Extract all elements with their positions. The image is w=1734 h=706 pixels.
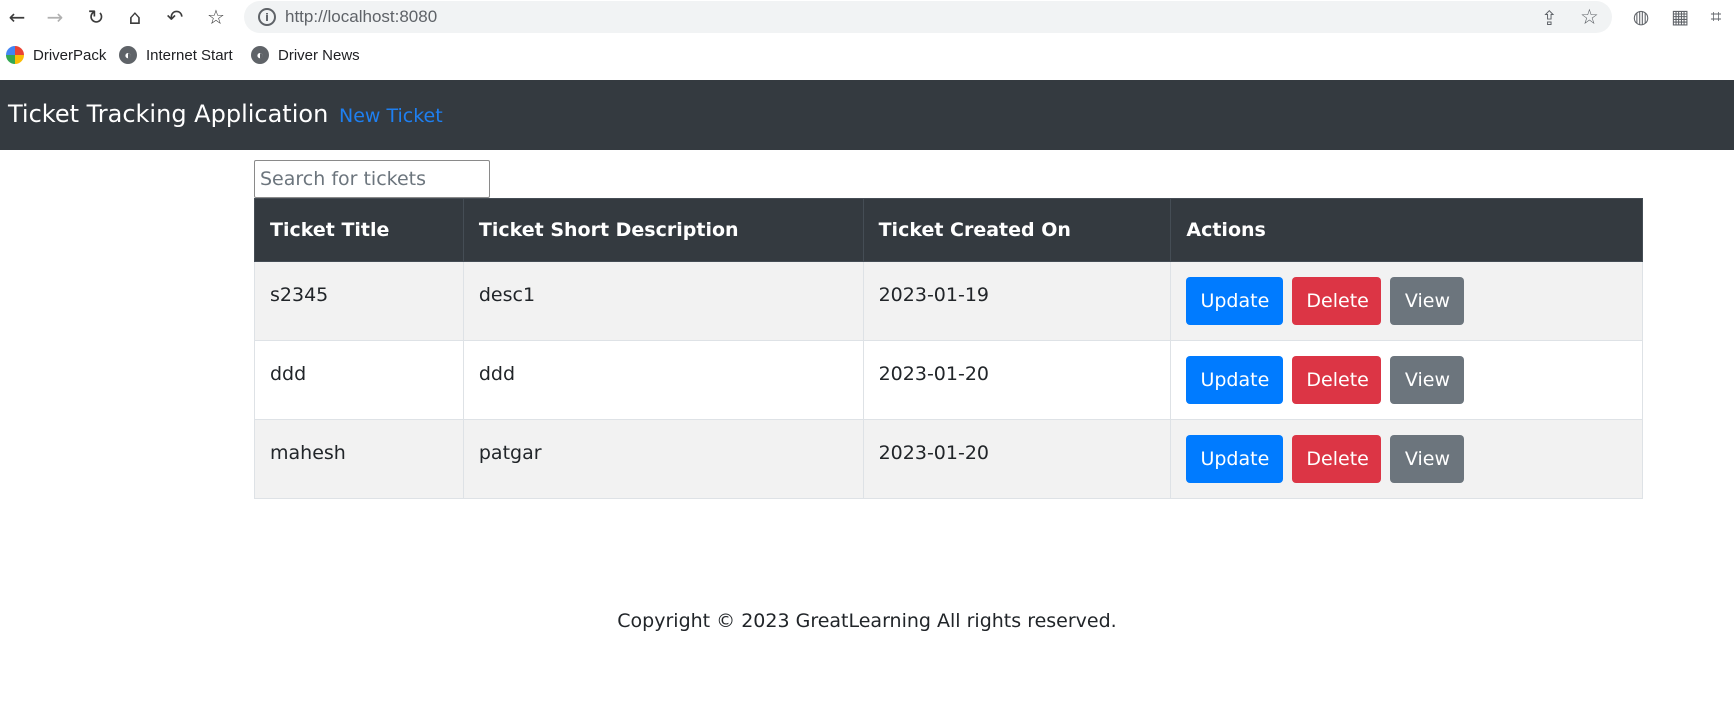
crop-icon[interactable]: ⌗ xyxy=(1704,5,1728,29)
star-icon[interactable]: ☆ xyxy=(203,4,229,30)
bookmarks-bar: DriverPack ◐ Internet Start ◐ Driver New… xyxy=(0,38,1734,74)
header-ticket-created-on: Ticket Created On xyxy=(862,198,1172,262)
undo-icon[interactable]: ↶ xyxy=(162,4,188,30)
bookmark-internet-start[interactable]: ◐ Internet Start xyxy=(119,46,233,64)
cell-ticket-created-on: 2023-01-19 xyxy=(862,261,1172,341)
extension-globe-icon[interactable]: ◍ xyxy=(1629,5,1653,29)
address-bar-url[interactable]: http://localhost:8080 xyxy=(285,7,437,27)
cell-ticket-description: patgar xyxy=(462,419,864,499)
bookmark-label: DriverPack xyxy=(33,46,107,64)
cell-actions: Update Delete View xyxy=(1170,261,1643,341)
extension-grid-icon[interactable]: ▦ xyxy=(1668,5,1692,29)
view-button[interactable]: View xyxy=(1390,435,1465,483)
cell-ticket-created-on: 2023-01-20 xyxy=(862,419,1172,499)
table-row: s2345 desc1 2023-01-19 Update Delete Vie… xyxy=(254,261,1643,341)
site-info-icon[interactable]: i xyxy=(258,8,276,26)
back-icon[interactable]: ← xyxy=(4,4,30,30)
footer-copyright: Copyright © 2023 GreatLearning All right… xyxy=(617,610,1117,632)
browser-toolbar: ← → ↻ ⌂ ↶ ☆ i http://localhost:8080 ⇪ ☆ … xyxy=(0,0,1734,34)
cell-ticket-created-on: 2023-01-20 xyxy=(862,340,1172,420)
search-input[interactable] xyxy=(254,160,490,198)
cell-ticket-title: ddd xyxy=(254,340,464,420)
update-button[interactable]: Update xyxy=(1186,356,1284,404)
table-row: ddd ddd 2023-01-20 Update Delete View xyxy=(254,340,1643,420)
new-ticket-link[interactable]: New Ticket xyxy=(339,105,443,127)
app-brand[interactable]: Ticket Tracking Application xyxy=(8,100,328,128)
globe-icon: ◐ xyxy=(119,46,137,64)
reload-icon[interactable]: ↻ xyxy=(83,4,109,30)
cell-ticket-description: ddd xyxy=(462,340,864,420)
cell-ticket-title: mahesh xyxy=(254,419,464,499)
globe-icon: ◐ xyxy=(251,46,269,64)
view-button[interactable]: View xyxy=(1390,277,1465,325)
delete-button[interactable]: Delete xyxy=(1292,435,1382,483)
bookmark-star-icon[interactable]: ☆ xyxy=(1580,5,1599,29)
table-row: mahesh patgar 2023-01-20 Update Delete V… xyxy=(254,419,1643,499)
update-button[interactable]: Update xyxy=(1186,277,1284,325)
bookmark-label: Driver News xyxy=(278,46,360,64)
bookmark-driver-news[interactable]: ◐ Driver News xyxy=(251,46,360,64)
header-ticket-description: Ticket Short Description xyxy=(462,198,864,262)
cell-ticket-description: desc1 xyxy=(462,261,864,341)
delete-button[interactable]: Delete xyxy=(1292,277,1382,325)
delete-button[interactable]: Delete xyxy=(1292,356,1382,404)
view-button[interactable]: View xyxy=(1390,356,1465,404)
driverpack-icon xyxy=(6,46,24,64)
share-icon[interactable]: ⇪ xyxy=(1541,6,1558,30)
bookmark-label: Internet Start xyxy=(146,46,233,64)
home-icon[interactable]: ⌂ xyxy=(122,4,148,30)
bookmark-driverpack[interactable]: DriverPack xyxy=(6,46,106,64)
cell-actions: Update Delete View xyxy=(1170,340,1643,420)
forward-icon[interactable]: → xyxy=(42,4,68,30)
update-button[interactable]: Update xyxy=(1186,435,1284,483)
cell-actions: Update Delete View xyxy=(1170,419,1643,499)
header-ticket-title: Ticket Title xyxy=(254,198,464,262)
app-navbar: Ticket Tracking Application New Ticket xyxy=(0,80,1734,150)
table-header-row: Ticket Title Ticket Short Description Ti… xyxy=(254,198,1643,262)
tickets-table: Ticket Title Ticket Short Description Ti… xyxy=(254,198,1643,499)
header-actions: Actions xyxy=(1170,198,1643,262)
address-bar[interactable]: i http://localhost:8080 ⇪ ☆ xyxy=(244,1,1612,33)
cell-ticket-title: s2345 xyxy=(254,261,464,341)
